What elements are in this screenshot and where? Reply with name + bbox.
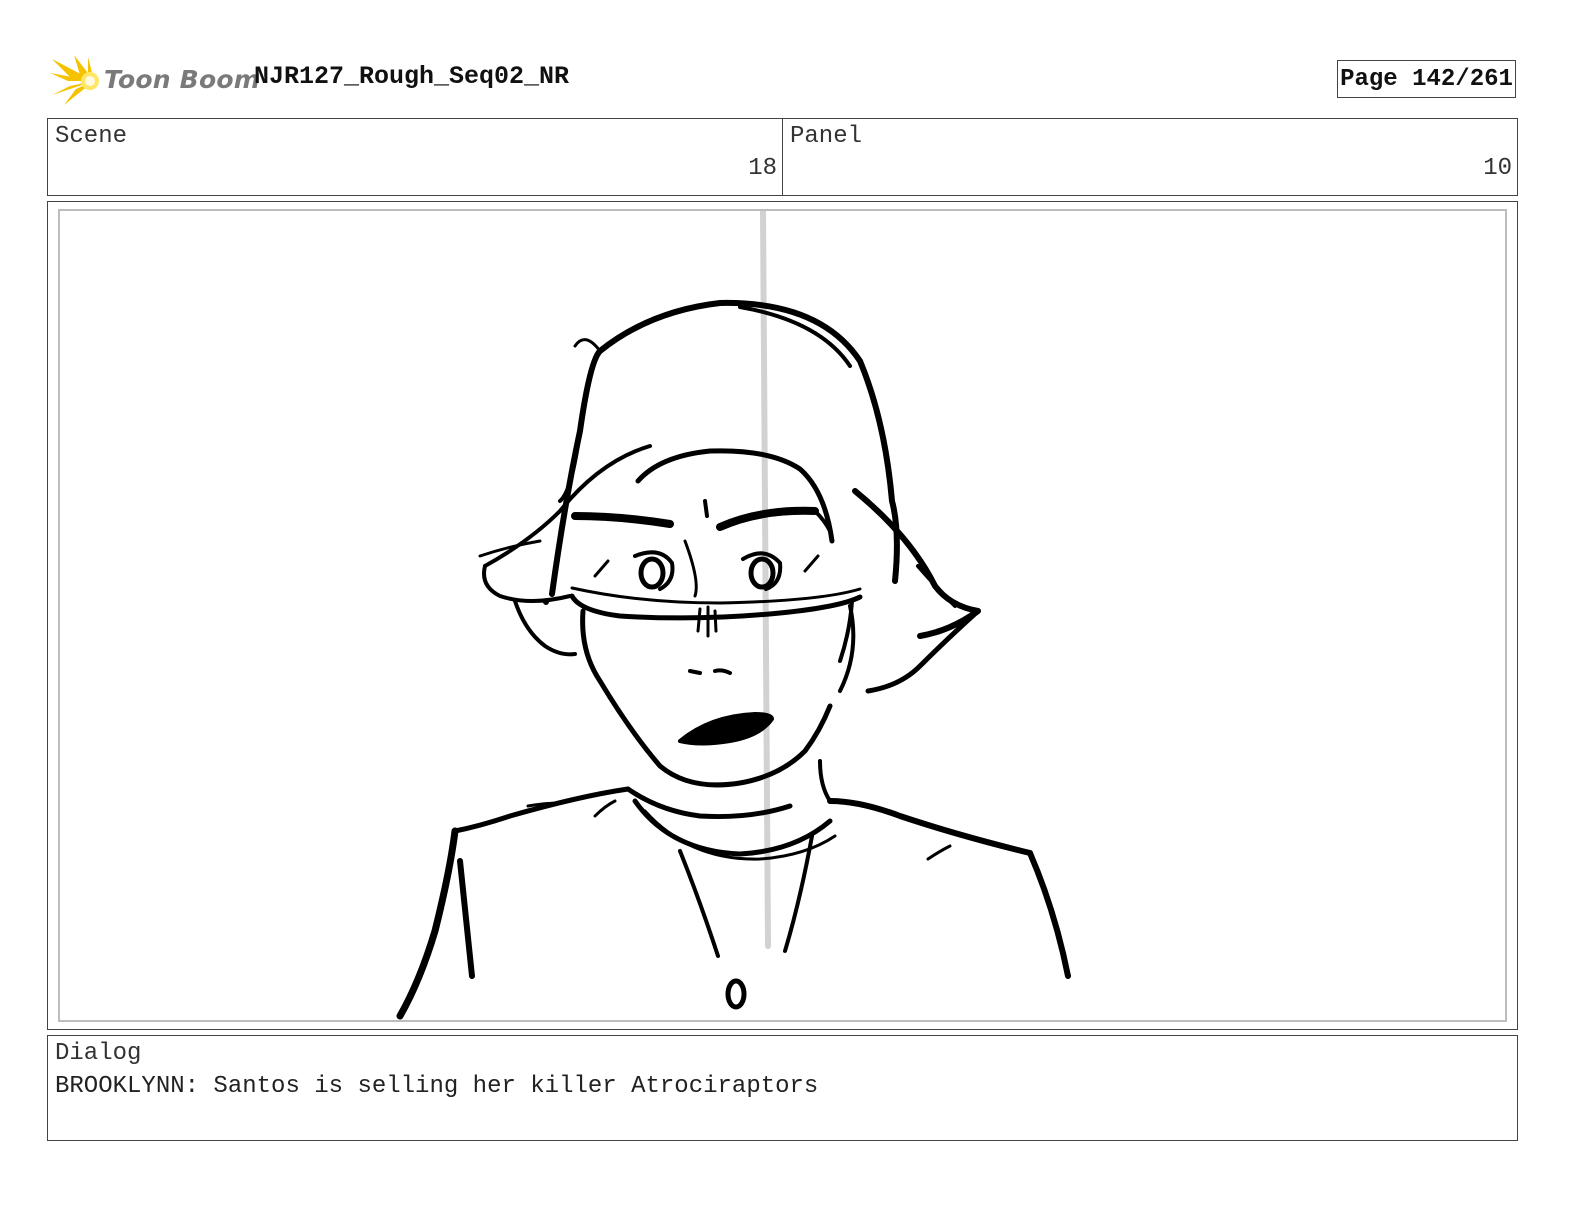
storyboard-panel	[47, 201, 1518, 1030]
panel-drawing-area	[58, 209, 1507, 1022]
dialog-label: Dialog	[55, 1040, 142, 1067]
dialog-section: Dialog BROOKLYNN: Santos is selling her …	[47, 1035, 1518, 1141]
document-title: NJR127_Rough_Seq02_NR	[254, 62, 570, 91]
scene-panel-info: Scene 18 Panel 10	[47, 118, 1518, 196]
brand-name: Toon Boom	[104, 65, 260, 94]
scene-cell: Scene 18	[48, 119, 782, 195]
scene-number: 18	[748, 155, 777, 182]
guide-line	[760, 211, 771, 949]
scene-label: Scene	[55, 123, 128, 150]
panel-number: 10	[1483, 155, 1512, 182]
character-sketch	[396, 211, 1071, 1020]
starburst-icon	[50, 55, 99, 105]
page-indicator: Page 142/261	[1337, 60, 1516, 98]
dialog-text: BROOKLYNN: Santos is selling her killer …	[55, 1073, 819, 1100]
panel-cell: Panel 10	[782, 119, 1517, 195]
toon-boom-logo: Toon Boom	[50, 55, 260, 107]
panel-label: Panel	[790, 123, 863, 150]
